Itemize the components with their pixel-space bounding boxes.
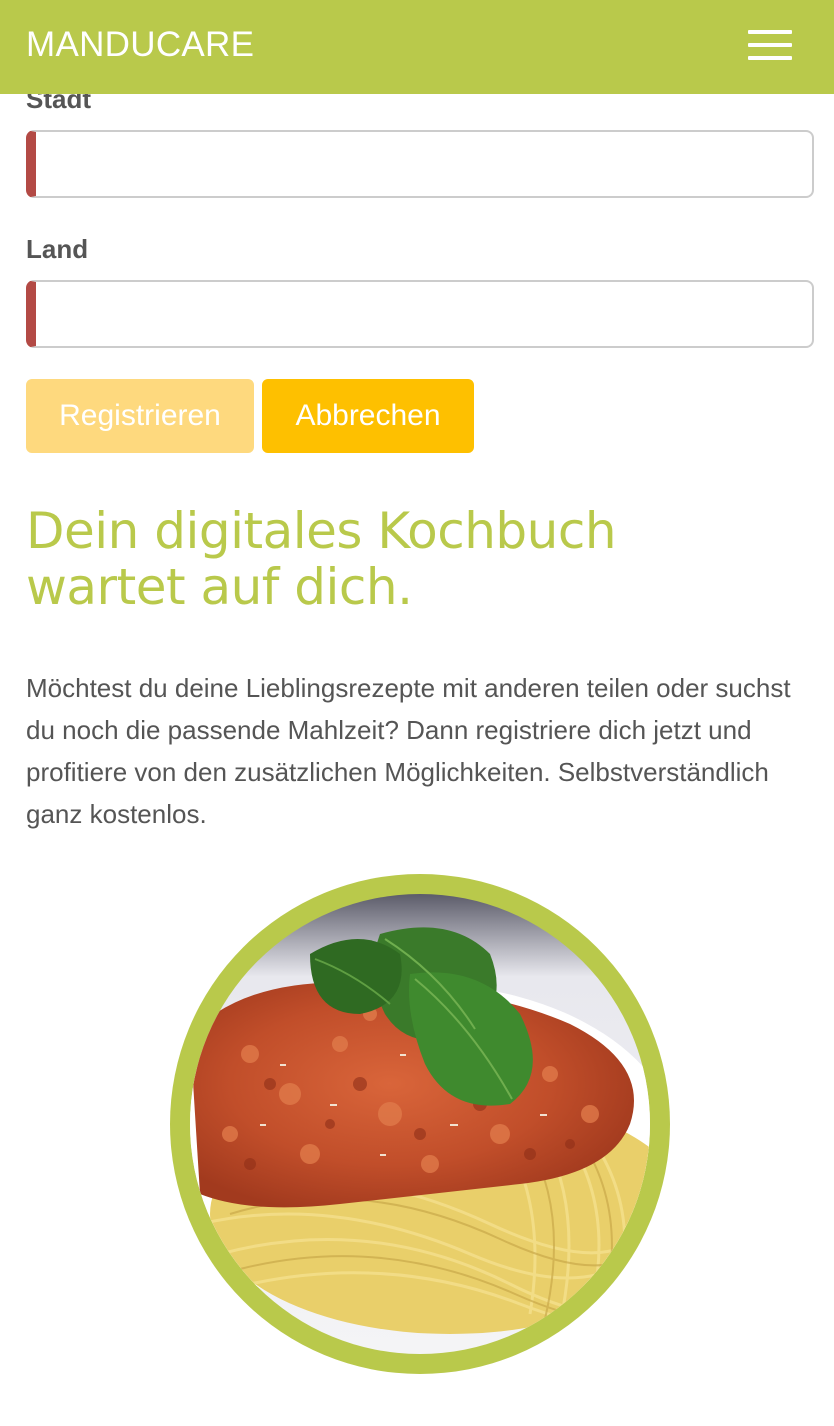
hamburger-menu-icon[interactable] — [742, 26, 798, 66]
top-navbar: MANDUCARE — [0, 0, 834, 94]
cancel-button[interactable]: Abbrechen — [262, 379, 474, 453]
menu-bar-bottom — [748, 56, 792, 60]
menu-bar-middle — [748, 43, 792, 47]
country-input[interactable] — [26, 280, 814, 348]
spaghetti-image — [170, 874, 670, 1374]
country-label: Land — [26, 234, 89, 264]
brand-logo-text[interactable]: MANDUCARE — [26, 25, 254, 65]
promo-headline-line2: wartet auf dich. — [26, 558, 413, 616]
promo-headline-line1: Dein digitales Kochbuch — [26, 502, 617, 560]
promo-headline: Dein digitales Kochbuch wartet auf dich. — [26, 503, 786, 615]
spaghetti-illustration — [190, 894, 650, 1354]
menu-bar-top — [748, 30, 792, 34]
promo-text: Möchtest du deine Lieblingsrezepte mit a… — [26, 673, 791, 829]
register-button[interactable]: Registrieren — [26, 379, 254, 453]
city-input[interactable] — [26, 130, 814, 198]
